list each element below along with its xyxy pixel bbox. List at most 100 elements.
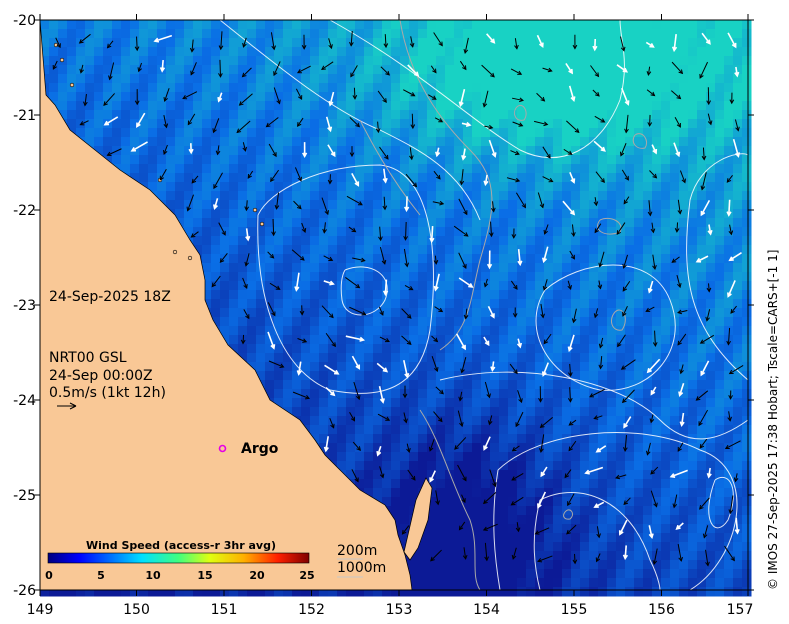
field-cell: [607, 101, 617, 111]
field-cell: [229, 200, 239, 210]
field-cell: [562, 308, 572, 318]
field-cell: [706, 290, 716, 300]
field-cell: [481, 200, 491, 210]
field-cell: [292, 164, 302, 174]
field-cell: [274, 137, 284, 147]
field-cell: [652, 578, 662, 588]
field-cell: [526, 272, 536, 282]
field-cell: [652, 479, 662, 489]
field-cell: [391, 272, 401, 282]
field-cell: [283, 227, 293, 237]
field-cell: [490, 434, 500, 444]
field-cell: [130, 56, 140, 66]
field-cell: [346, 398, 356, 408]
field-cell: [445, 137, 455, 147]
field-cell: [148, 164, 158, 174]
field-cell: [292, 407, 302, 417]
field-cell: [544, 470, 554, 480]
field-cell: [373, 29, 383, 39]
field-cell: [256, 308, 266, 318]
field-cell: [445, 488, 455, 498]
field-cell: [661, 137, 671, 147]
field-cell: [742, 137, 752, 147]
field-cell: [445, 425, 455, 435]
field-cell: [391, 326, 401, 336]
field-cell: [382, 461, 392, 471]
field-cell: [634, 47, 644, 57]
field-cell: [310, 281, 320, 291]
field-cell: [607, 137, 617, 147]
field-cell: [688, 245, 698, 255]
field-cell: [265, 380, 275, 390]
field-cell: [58, 20, 68, 30]
field-cell: [265, 290, 275, 300]
field-cell: [463, 254, 473, 264]
field-cell: [517, 209, 527, 219]
field-cell: [580, 299, 590, 309]
field-cell: [679, 560, 689, 570]
field-cell: [670, 461, 680, 471]
field-cell: [211, 29, 221, 39]
field-cell: [715, 461, 725, 471]
field-cell: [445, 560, 455, 570]
field-cell: [643, 497, 653, 507]
field-cell: [688, 452, 698, 462]
field-cell: [697, 488, 707, 498]
field-cell: [58, 101, 68, 111]
field-cell: [427, 146, 437, 156]
field-cell: [274, 119, 284, 129]
field-cell: [535, 164, 545, 174]
field-cell: [274, 245, 284, 255]
field-cell: [337, 29, 347, 39]
field-cell: [598, 290, 608, 300]
field-cell: [634, 506, 644, 516]
field-cell: [706, 407, 716, 417]
field-cell: [742, 164, 752, 174]
field-cell: [607, 155, 617, 165]
field-cell: [94, 65, 104, 75]
field-cell: [373, 182, 383, 192]
field-cell: [220, 65, 230, 75]
field-cell: [526, 299, 536, 309]
field-cell: [355, 56, 365, 66]
field-cell: [301, 47, 311, 57]
field-cell: [715, 92, 725, 102]
field-cell: [544, 389, 554, 399]
field-cell: [112, 137, 122, 147]
field-cell: [175, 29, 185, 39]
field-cell: [535, 47, 545, 57]
field-cell: [85, 119, 95, 129]
field-cell: [319, 254, 329, 264]
field-cell: [301, 344, 311, 354]
field-cell: [598, 74, 608, 84]
field-cell: [202, 209, 212, 219]
field-cell: [220, 164, 230, 174]
field-cell: [355, 407, 365, 417]
field-cell: [634, 272, 644, 282]
field-cell: [508, 173, 518, 183]
field-cell: [292, 326, 302, 336]
field-cell: [85, 83, 95, 93]
field-cell: [733, 29, 743, 39]
field-cell: [256, 20, 266, 30]
field-cell: [742, 533, 752, 543]
field-cell: [715, 74, 725, 84]
field-cell: [445, 263, 455, 273]
field-cell: [652, 461, 662, 471]
field-cell: [274, 344, 284, 354]
field-cell: [400, 524, 410, 534]
field-cell: [274, 272, 284, 282]
field-cell: [292, 272, 302, 282]
field-cell: [688, 524, 698, 534]
field-cell: [490, 443, 500, 453]
field-cell: [679, 56, 689, 66]
field-cell: [724, 74, 734, 84]
field-cell: [418, 218, 428, 228]
field-cell: [463, 326, 473, 336]
field-cell: [292, 236, 302, 246]
field-cell: [544, 191, 554, 201]
field-cell: [733, 227, 743, 237]
field-cell: [724, 578, 734, 588]
field-cell: [580, 272, 590, 282]
field-cell: [247, 353, 257, 363]
